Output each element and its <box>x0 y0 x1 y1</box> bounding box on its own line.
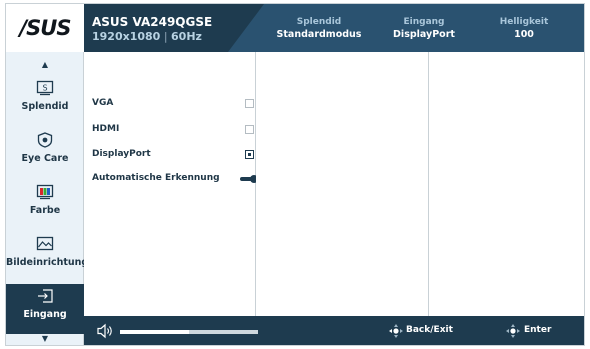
sidebar-item-label: Eye Care <box>21 153 69 164</box>
splendid-icon: S <box>36 80 54 96</box>
option-auto-detect[interactable]: Automatische Erkennung <box>92 171 258 187</box>
status-brightness: Helligkeit 100 <box>469 17 579 40</box>
footer-bar: Back/Exit Enter <box>84 316 584 345</box>
sidebar-item-image-setup[interactable]: Bildeinrichtung <box>6 232 89 282</box>
status-label: Helligkeit <box>499 17 549 27</box>
submenu-panel <box>256 52 429 316</box>
color-icon <box>36 184 54 200</box>
option-vga[interactable]: VGA <box>92 96 254 112</box>
sidebar-item-label: Eingang <box>23 309 67 320</box>
volume-icon <box>97 323 112 339</box>
submenu-panel-secondary <box>429 52 584 316</box>
option-checkbox-selected[interactable] <box>245 150 254 159</box>
input-options-panel: VGA HDMI DisplayPort Automatische Erkenn… <box>84 52 258 316</box>
status-label: Splendid <box>296 17 342 27</box>
status-value: Standardmodus <box>276 29 362 40</box>
brand-logo: /SUS <box>6 4 84 52</box>
image-setup-icon <box>36 236 54 251</box>
option-checkbox[interactable] <box>245 99 254 108</box>
option-label: Automatische Erkennung <box>92 173 220 183</box>
osd-menu: /SUS ASUS VA249QGSE 1920x1080 | 60Hz Spl… <box>5 3 585 346</box>
status-label: Eingang <box>403 17 445 27</box>
option-label: DisplayPort <box>92 149 151 159</box>
scroll-up-icon[interactable]: ▲ <box>6 60 84 69</box>
back-exit-hint: Back/Exit <box>406 325 453 335</box>
brand-logo-text: /SUS <box>19 16 72 40</box>
enter-hint: Enter <box>524 325 552 335</box>
sidebar-item-splendid[interactable]: S Splendid <box>6 76 84 126</box>
status-value: DisplayPort <box>393 29 455 40</box>
option-label: HDMI <box>92 124 120 134</box>
joystick-back-icon <box>389 324 403 338</box>
sidebar-item-label: Bildeinrichtung <box>6 257 89 268</box>
eye-care-icon <box>37 132 53 148</box>
sidebar: ▲ S Splendid Eye Care Farbe Bildeinricht… <box>6 52 89 345</box>
sidebar-item-eye-care[interactable]: Eye Care <box>6 128 84 178</box>
monitor-model: ASUS VA249QGSE <box>92 15 213 29</box>
sidebar-item-input[interactable]: Eingang <box>6 284 84 334</box>
header-bar: /SUS ASUS VA249QGSE 1920x1080 | 60Hz Spl… <box>6 4 584 52</box>
status-input: Eingang DisplayPort <box>369 17 479 40</box>
option-displayport[interactable]: DisplayPort <box>92 147 254 163</box>
input-icon <box>38 289 53 303</box>
resolution-info: 1920x1080 | 60Hz <box>92 30 202 43</box>
option-hdmi[interactable]: HDMI <box>92 122 254 138</box>
volume-slider[interactable] <box>120 330 258 334</box>
sidebar-item-label: Splendid <box>21 101 69 112</box>
refresh-rate-value: 60Hz <box>171 30 202 43</box>
status-value: 100 <box>514 29 534 40</box>
volume-slider-fill <box>120 330 189 334</box>
status-splendid: Splendid Standardmodus <box>264 17 374 40</box>
joystick-enter-icon <box>506 324 520 338</box>
svg-text:S: S <box>42 84 47 93</box>
sidebar-item-color[interactable]: Farbe <box>6 180 84 230</box>
option-label: VGA <box>92 98 114 108</box>
sidebar-item-label: Farbe <box>29 205 61 216</box>
scroll-down-icon[interactable]: ▼ <box>6 334 84 343</box>
option-checkbox[interactable] <box>245 125 254 134</box>
resolution-value: 1920x1080 <box>92 30 161 43</box>
